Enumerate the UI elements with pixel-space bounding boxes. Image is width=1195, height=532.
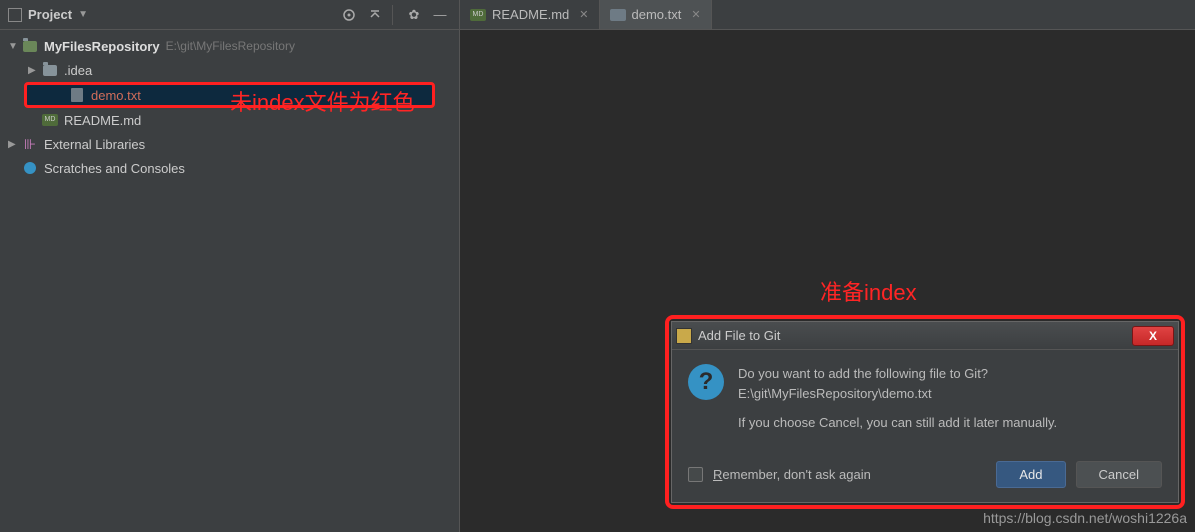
md-file-icon: MD — [470, 9, 486, 21]
tab-label: README.md — [492, 7, 569, 22]
close-tab-icon[interactable]: ✕ — [579, 8, 588, 21]
editor-tabs: MD README.md ✕ demo.txt ✕ — [460, 0, 1195, 30]
remember-checkbox[interactable] — [688, 467, 703, 482]
remember-label[interactable]: Remember, don't ask again — [713, 467, 986, 482]
tree-root-path: E:\git\MyFilesRepository — [166, 39, 295, 53]
tree-item-label: External Libraries — [44, 137, 145, 152]
dialog-message: Do you want to add the following file to… — [738, 364, 1057, 443]
tree-item-label: .idea — [64, 63, 92, 78]
add-file-dialog: Add File to Git X ? Do you want to add t… — [671, 321, 1179, 503]
tree-root[interactable]: ▼ MyFilesRepository E:\git\MyFilesReposi… — [0, 34, 459, 58]
tree-external-libs[interactable]: ▶ ⊪ External Libraries — [0, 132, 459, 156]
tab-readme[interactable]: MD README.md ✕ — [460, 0, 600, 29]
tree-folder-idea[interactable]: ▶ .idea — [0, 58, 459, 82]
library-icon: ⊪ — [22, 136, 38, 152]
dialog-highlight-frame: Add File to Git X ? Do you want to add t… — [665, 315, 1185, 509]
tree-item-label: Scratches and Consoles — [44, 161, 185, 176]
folder-icon — [42, 62, 58, 78]
tab-demo[interactable]: demo.txt ✕ — [600, 0, 712, 29]
expand-arrow-icon[interactable]: ▼ — [8, 41, 18, 52]
question-icon: ? — [688, 364, 724, 400]
dialog-title: Add File to Git — [698, 328, 1132, 343]
collapse-icon[interactable] — [364, 4, 386, 26]
close-tab-icon[interactable]: ✕ — [691, 8, 700, 21]
tab-label: demo.txt — [632, 7, 682, 22]
sidebar-header: Project ▼ ✿ — — [0, 0, 459, 30]
tree-root-name: MyFilesRepository — [44, 39, 160, 54]
annotation-right: 准备index — [820, 275, 917, 307]
expand-arrow-icon[interactable]: ▶ — [28, 65, 38, 76]
tree-item-label: README.md — [64, 113, 141, 128]
add-button[interactable]: Add — [996, 461, 1065, 488]
dialog-titlebar[interactable]: Add File to Git X — [672, 322, 1178, 350]
watermark: https://blog.csdn.net/woshi1226a — [983, 510, 1187, 526]
tree-scratches[interactable]: ▶ Scratches and Consoles — [0, 156, 459, 180]
dialog-footer: Remember, don't ask again Add Cancel — [672, 453, 1178, 502]
gear-icon[interactable]: ✿ — [403, 4, 425, 26]
expand-arrow-icon[interactable]: ▶ — [8, 139, 18, 150]
md-file-icon: MD — [42, 112, 58, 128]
dialog-body: ? Do you want to add the following file … — [672, 350, 1178, 453]
project-panel-icon — [8, 8, 22, 22]
minimize-icon[interactable]: — — [429, 4, 451, 26]
file-icon — [610, 9, 626, 21]
tree-item-label: demo.txt — [91, 88, 141, 103]
project-sidebar: Project ▼ ✿ — ▼ MyFilesRepository E:\git… — [0, 0, 460, 532]
annotation-left: 未index文件为红色 — [230, 85, 415, 117]
locate-icon[interactable] — [338, 4, 360, 26]
project-panel-title[interactable]: Project — [28, 7, 72, 22]
file-icon — [69, 87, 85, 103]
project-folder-icon — [22, 38, 38, 54]
cancel-button[interactable]: Cancel — [1076, 461, 1162, 488]
scratch-icon — [22, 160, 38, 176]
app-icon — [676, 328, 692, 344]
close-icon[interactable]: X — [1132, 326, 1174, 346]
chevron-down-icon[interactable]: ▼ — [78, 9, 88, 20]
